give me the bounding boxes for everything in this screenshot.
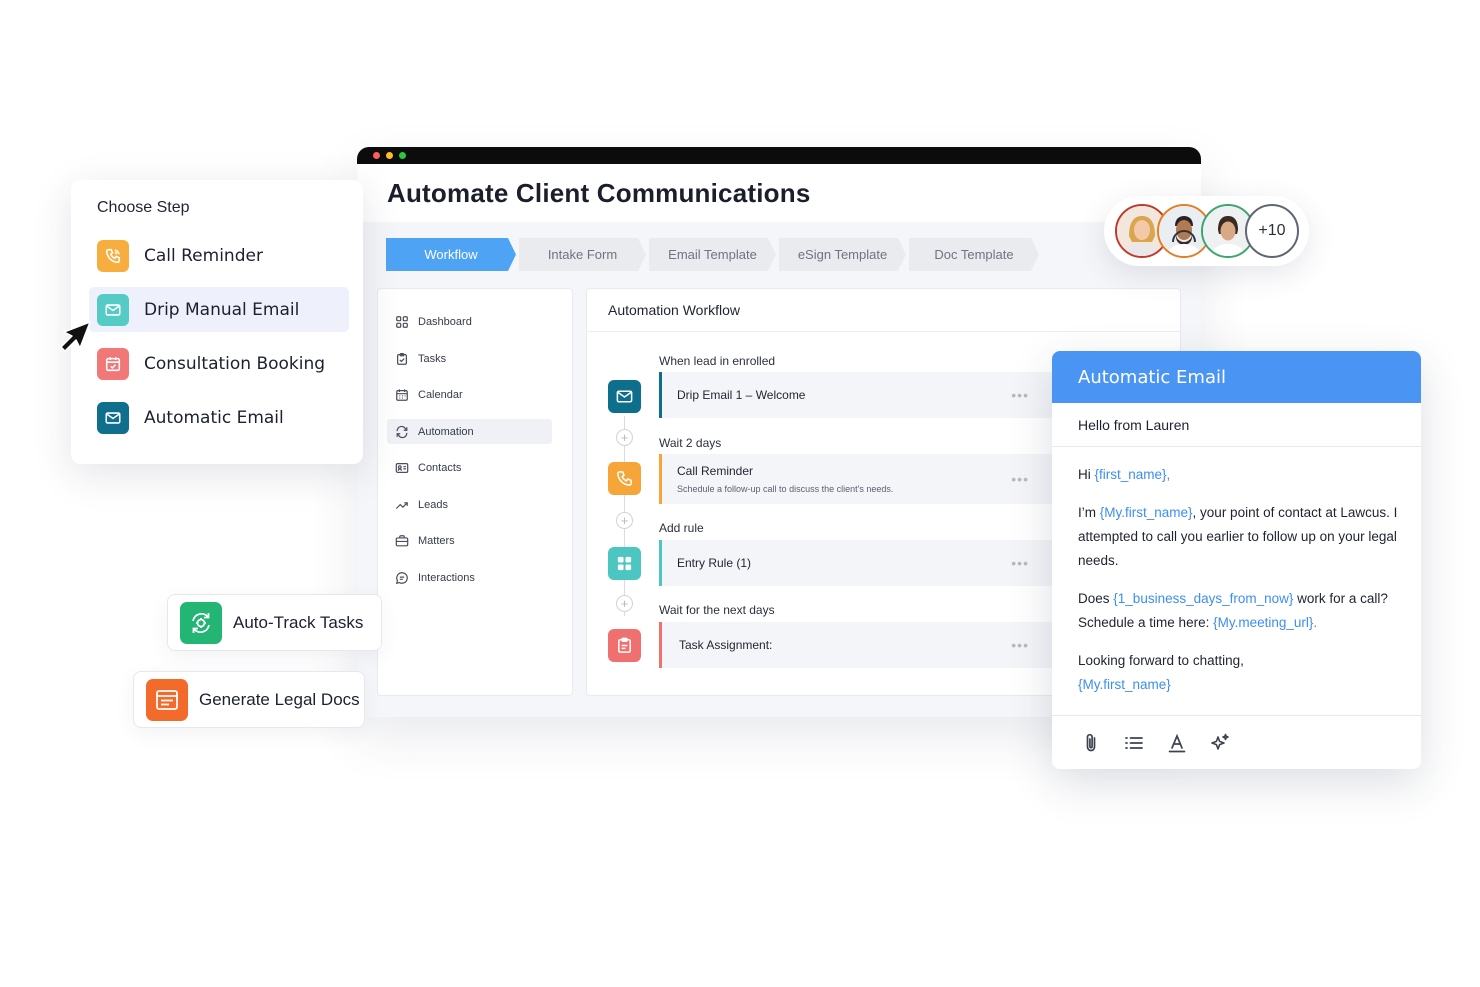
sidebar-item-matters[interactable]: Matters <box>387 528 552 553</box>
more-options-icon[interactable]: ••• <box>1011 555 1029 571</box>
choose-step-label: Call Reminder <box>144 245 263 266</box>
template-variable: {My.first_name} <box>1078 677 1171 692</box>
more-members-badge[interactable]: +10 <box>1245 204 1299 258</box>
automatic-email-panel: Automatic Email Hello from Lauren Hi {fi… <box>1052 351 1421 769</box>
calendar-icon <box>97 347 129 380</box>
calendar-icon <box>395 388 409 402</box>
tab-workflow[interactable]: Workflow <box>386 238 516 271</box>
choose-step-label: Drip Manual Email <box>144 299 300 320</box>
window-titlebar <box>357 147 1201 164</box>
sidebar-item-contacts[interactable]: Contacts <box>387 455 552 480</box>
close-dot[interactable] <box>373 152 380 159</box>
auto-track-icon <box>180 601 222 644</box>
list-icon[interactable] <box>1121 730 1146 755</box>
clipboard-icon <box>608 629 641 662</box>
template-variable: {1_business_days_from_now} <box>1113 591 1294 606</box>
generate-legal-docs-label: Generate Legal Docs <box>199 689 360 709</box>
email-greeting: Hi {first_name}, <box>1078 467 1171 482</box>
mail-icon <box>608 380 641 413</box>
mail-icon <box>97 293 129 326</box>
tab-intake-form[interactable]: Intake Form <box>519 238 646 271</box>
more-options-icon[interactable]: ••• <box>1011 637 1029 653</box>
sparkle-icon[interactable] <box>1207 730 1232 755</box>
minimize-dot[interactable] <box>386 152 393 159</box>
choose-step-call-reminder[interactable]: Call Reminder <box>89 233 349 278</box>
sidebar-item-label: Interactions <box>418 571 475 584</box>
template-variable: {My.meeting_url}. <box>1213 615 1318 630</box>
email-toolbar <box>1052 715 1421 769</box>
trend-icon <box>395 498 409 512</box>
sidebar-item-label: Contacts <box>418 461 462 474</box>
tab-bar: Workflow Intake Form Email Template eSig… <box>386 238 1042 271</box>
tab-email-template[interactable]: Email Template <box>649 238 776 271</box>
team-avatars: +10 <box>1104 196 1309 266</box>
email-body[interactable]: Hi {first_name}, I’m {My.first_name}, yo… <box>1078 463 1408 711</box>
auto-track-tasks-label: Auto-Track Tasks <box>233 612 364 632</box>
mail-icon <box>97 401 129 434</box>
add-step-plus-icon[interactable]: + <box>616 512 633 529</box>
choose-step-drip-manual-email[interactable]: Drip Manual Email <box>89 287 349 332</box>
sidebar-item-label: Leads <box>418 498 448 511</box>
template-variable: {My.first_name} <box>1099 505 1193 520</box>
repeat-icon <box>395 425 409 439</box>
page-title: Automate Client Communications <box>387 177 811 208</box>
choose-step-label: Automatic Email <box>144 407 284 428</box>
choose-step-automatic-email[interactable]: Automatic Email <box>89 395 349 440</box>
choose-step-consultation-booking[interactable]: Consultation Booking <box>89 341 349 386</box>
briefcase-icon <box>395 534 409 548</box>
workflow-title: Automation Workflow <box>587 289 1180 332</box>
more-options-icon[interactable]: ••• <box>1011 387 1029 403</box>
step-label: Wait 2 days <box>659 436 722 450</box>
generate-legal-docs-card[interactable]: Generate Legal Docs <box>133 671 365 728</box>
choose-step-title: Choose Step <box>97 199 190 216</box>
sidebar-item-label: Matters <box>418 534 455 547</box>
add-step-plus-icon[interactable]: + <box>616 429 633 446</box>
paperclip-icon[interactable] <box>1078 730 1103 755</box>
sidebar-item-dashboard[interactable]: Dashboard <box>387 309 552 334</box>
document-icon <box>146 678 188 721</box>
step-label: Add rule <box>659 521 704 535</box>
add-step-plus-icon[interactable]: + <box>616 595 633 612</box>
sidebar-item-calendar[interactable]: Calendar <box>387 382 552 407</box>
sidebar-item-label: Dashboard <box>418 315 472 328</box>
step-label: When lead in enrolled <box>659 354 776 368</box>
tab-esign-template[interactable]: eSign Template <box>779 238 906 271</box>
more-options-icon[interactable]: ••• <box>1011 471 1029 487</box>
phone-icon <box>608 462 641 495</box>
window-header: Automate Client Communications <box>357 164 1201 222</box>
grid-icon <box>608 547 641 580</box>
sidebar-item-tasks[interactable]: Tasks <box>387 346 552 371</box>
sidebar-item-interactions[interactable]: Interactions <box>387 565 552 590</box>
id-card-icon <box>395 461 409 475</box>
choose-step-panel: Choose Step Call Reminder Drip Manual Em… <box>71 180 363 464</box>
email-subject-field[interactable]: Hello from Lauren <box>1052 403 1421 447</box>
phone-icon <box>97 239 129 272</box>
step-label: Wait for the next days <box>659 603 775 617</box>
sidebar-item-leads[interactable]: Leads <box>387 492 552 517</box>
text-format-icon[interactable] <box>1164 730 1189 755</box>
email-signoff: Looking forward to chatting, {My.first_na… <box>1078 653 1244 692</box>
sidebar: Dashboard Tasks Calendar Automation Cont… <box>377 288 573 696</box>
clipboard-icon <box>395 352 409 366</box>
template-variable: {first_name}, <box>1094 467 1171 482</box>
maximize-dot[interactable] <box>399 152 406 159</box>
sidebar-item-label: Tasks <box>418 352 447 365</box>
mouse-cursor-icon <box>60 321 91 352</box>
email-panel-title: Automatic Email <box>1052 351 1421 403</box>
auto-track-tasks-card[interactable]: Auto-Track Tasks <box>167 594 382 651</box>
chat-icon <box>395 571 409 585</box>
tab-doc-template[interactable]: Doc Template <box>909 238 1039 271</box>
email-paragraph: I’m {My.first_name}, your point of conta… <box>1078 505 1398 568</box>
sidebar-item-label: Calendar <box>418 388 463 401</box>
email-paragraph: Does {1_business_days_from_now} work for… <box>1078 591 1388 630</box>
choose-step-label: Consultation Booking <box>144 353 326 374</box>
grid-icon <box>395 315 409 329</box>
sidebar-item-label: Automation <box>418 425 474 438</box>
sidebar-item-automation[interactable]: Automation <box>387 419 552 444</box>
